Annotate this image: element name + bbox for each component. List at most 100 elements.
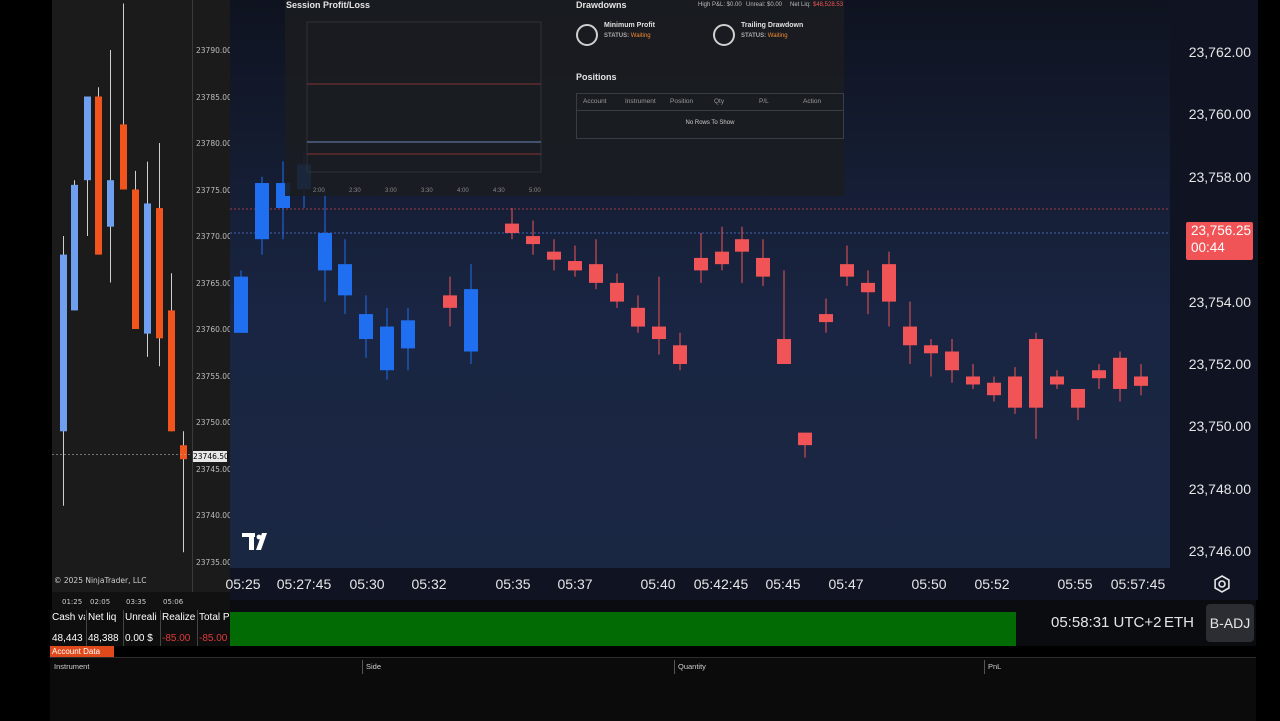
time-axis-label: 05:30 [349,576,385,592]
column-header-pnl: PnL [988,662,1002,671]
candle-body [882,264,896,302]
right-margin [1258,0,1280,720]
candle-body [318,232,332,271]
candle-body [338,264,352,296]
candle-body [526,236,540,245]
ninjatrader-price-tick: 23745.00 [196,464,232,474]
ninjatrader-candle [168,310,175,432]
candle-body [1113,357,1127,389]
time-axis-label: 05:45 [765,576,801,592]
session-pnl-x-tick: 4:00 [457,188,469,194]
ninjatrader-time-axis: 01:25 02:05 03:35 05:06 [52,592,230,610]
account-column-header: Realize [162,612,196,623]
last-price: 23,756.25 [1191,223,1252,238]
positions-column-header: Position [670,98,694,105]
last-price-label: 23,756.25 00:44 [1186,222,1253,260]
time-axis-label: 05:55 [1057,576,1093,592]
ninjatrader-price-tick: 23760.00 [196,325,232,334]
time-axis-label: 05:50 [911,576,947,592]
account-value: 0.00 $ [125,633,153,644]
ninjatrader-price-tick: 23770.00 [196,232,232,241]
back-adjust-button[interactable]: B-ADJ [1206,604,1254,642]
candle-body [1071,388,1085,408]
ninjatrader-candle [95,96,102,255]
session-pnl-x-tick: 3:00 [385,188,397,194]
candle-body [610,282,624,302]
session-button[interactable]: ETH [1164,614,1194,631]
time-axis-label: 05:57:45 [1110,576,1166,592]
ninjatrader-time-tick: 01:25 [62,598,83,606]
candle-body [945,351,959,371]
price-axis-label: 23,748.00 [1188,480,1251,497]
session-pnl-chart [306,21,542,173]
minimum-profit-ring-icon [576,24,598,46]
session-pnl-title: Session Profit/Loss [286,0,371,10]
candle-body [380,326,394,371]
ninjatrader-candle [120,124,127,190]
minimum-profit-status: STATUS: Waiting [604,33,651,39]
time-axis-label: 05:25 [225,576,261,592]
candle-body [735,239,749,252]
gear-icon[interactable] [1212,574,1232,594]
candle-body [966,376,980,385]
account-column-header: Cash va [52,612,85,623]
positions-column-header: Instrument [625,98,656,105]
account-value: 48,388 [88,633,119,644]
positions-title: Positions [576,72,617,82]
time-axis-label: 05:35 [495,576,531,592]
ninjatrader-candle [71,184,78,311]
price-axis-label: 23,746.00 [1188,543,1251,560]
price-axis-label: 23,760.00 [1188,106,1251,123]
positions-header-divider [577,110,843,111]
left-margin [0,0,52,720]
price-axis-label: 23,758.00 [1188,168,1251,185]
candle-body [234,276,248,333]
account-summary-table: Cash va 48,443 Net liq 48,388 Unreali 0.00 $ R… [50,610,232,646]
ninjatrader-time-tick: 02:05 [90,598,111,606]
candle-body [694,257,708,271]
account-column-divider [197,610,198,646]
candle-body [1029,339,1043,408]
main-time-axis: 05:25 05:27:45 05:30 05:32 05:35 05:37 05:40 05… [225,568,1170,600]
ninjatrader-price-axis: 23746.50 23790.00 23785.00 23780.00 23775.0… [192,0,232,592]
candle-body [819,314,833,323]
account-column-header: Unreali [125,612,157,623]
session-pnl-x-tick: 5:00 [529,188,541,194]
chart-clock: 05:58:31 UTC+2 [1051,614,1162,631]
session-pnl-x-tick: 2:30 [349,188,361,194]
column-header-instrument: Instrument [54,662,90,671]
account-data-tab[interactable]: Account Data [50,646,114,657]
candle-body [903,326,917,346]
candle-body [1050,376,1064,385]
ninjatrader-current-price: 23746.50 [193,451,229,462]
candle-body [443,295,457,308]
ninjatrader-time-tick: 03:35 [126,598,147,606]
candle-body [1008,376,1022,408]
candle-body [924,345,938,354]
candle-body [777,339,791,364]
time-axis-label: 05:27:45 [276,576,332,592]
tradingview-logo [240,530,274,557]
positions-empty-message: No Rows To Show [685,120,735,126]
account-column-header: Total P [199,612,230,623]
net-liq-label: Net Liq: [790,2,811,8]
ninjatrader-candle [156,208,163,339]
account-column-header: Net liq [88,612,117,623]
session-pnl-x-tick: 3:30 [421,188,433,194]
candle-body [652,326,666,340]
ninjatrader-chart[interactable] [52,0,192,592]
candle-body [1134,376,1148,386]
candle-body [255,183,269,240]
positions-column-header: Account [583,98,607,105]
time-axis-label: 05:40 [640,576,676,592]
candle-body [401,320,415,349]
candle-body [464,289,478,352]
column-divider [362,660,363,674]
price-axis-label: 23,750.00 [1188,418,1251,435]
candle-body [756,257,770,277]
account-data-panel: Instrument Side Quantity PnL [50,657,1256,721]
candle-body [505,223,519,233]
ninjatrader-price-tick: 23780.00 [196,139,232,148]
candle-body [798,432,812,446]
account-value: 48,443 [52,633,83,644]
